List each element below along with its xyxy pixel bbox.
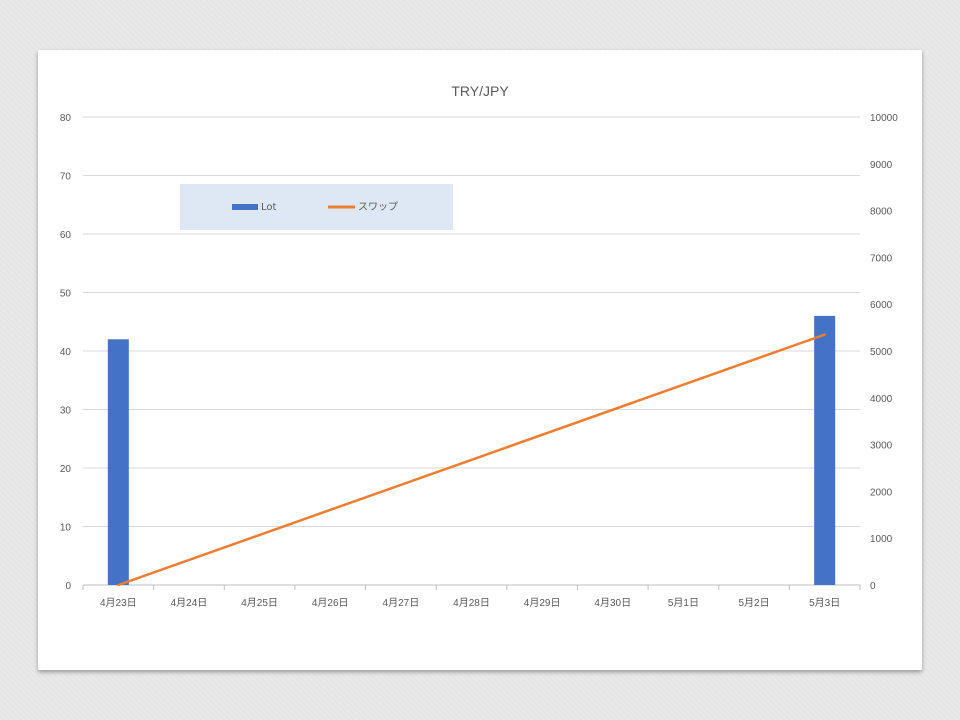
y-left-tick-label: 60	[60, 230, 72, 241]
y-left-tick-label: 70	[60, 172, 72, 183]
series-line-swap	[117, 333, 826, 587]
legend-swatch-lot	[232, 204, 258, 210]
x-tick-label: 4月28日	[453, 597, 490, 609]
y-left-tick-label: 50	[60, 289, 72, 300]
y-right-tick-label: 9000	[870, 160, 893, 171]
y-left-tick-label: 20	[60, 464, 72, 475]
y-left-tick-label: 80	[60, 113, 72, 124]
bar	[107, 339, 129, 585]
x-tick-label: 5月2日	[738, 597, 769, 609]
y-left-tick-label: 40	[60, 347, 72, 358]
y-right-tick-label: 10000	[870, 113, 898, 124]
y-right-tick-label: 6000	[870, 300, 893, 311]
chart-svg: TRY/JPY 0 10 20 30 40 50 60 70 80 0 1000 2000 3000 4…	[60, 83, 898, 609]
legend-box	[180, 184, 453, 230]
bar	[814, 315, 836, 585]
x-tick-label: 4月25日	[241, 597, 278, 609]
chart-title: TRY/JPY	[451, 83, 509, 99]
chart-area: TRY/JPY 0 10 20 30 40 50 60 70 80 0 1000 2000 3000 4…	[38, 50, 922, 670]
y-right-tick-label: 4000	[870, 394, 893, 405]
y-left-tick-label: 0	[65, 581, 71, 592]
x-tick-label: 4月23日	[100, 597, 137, 609]
y-right-tick-label: 5000	[870, 347, 893, 358]
x-tick-label: 4月26日	[312, 597, 349, 609]
y-right-tick-label: 1000	[870, 534, 893, 545]
x-tick-label: 5月1日	[668, 597, 699, 609]
x-tick-label: 4月27日	[383, 597, 420, 609]
x-tick-label: 5月3日	[809, 597, 840, 609]
legend-label-lot: Lot	[261, 202, 277, 213]
x-tick-label: 4月24日	[171, 597, 208, 609]
x-tick-label: 4月30日	[594, 597, 631, 609]
y-right-tick-label: 7000	[870, 253, 893, 264]
y-right-tick-label: 2000	[870, 487, 893, 498]
y-right-tick-label: 3000	[870, 441, 893, 452]
y-right-tick-label: 8000	[870, 207, 893, 218]
chart-legend: Lot スワップ	[180, 184, 453, 230]
y-right-tick-label: 0	[870, 581, 876, 592]
legend-label-swap: スワップ	[358, 201, 398, 213]
y-left-tick-label: 10	[60, 523, 72, 534]
x-tick-label: 4月29日	[524, 597, 561, 609]
y-left-tick-label: 30	[60, 406, 72, 417]
